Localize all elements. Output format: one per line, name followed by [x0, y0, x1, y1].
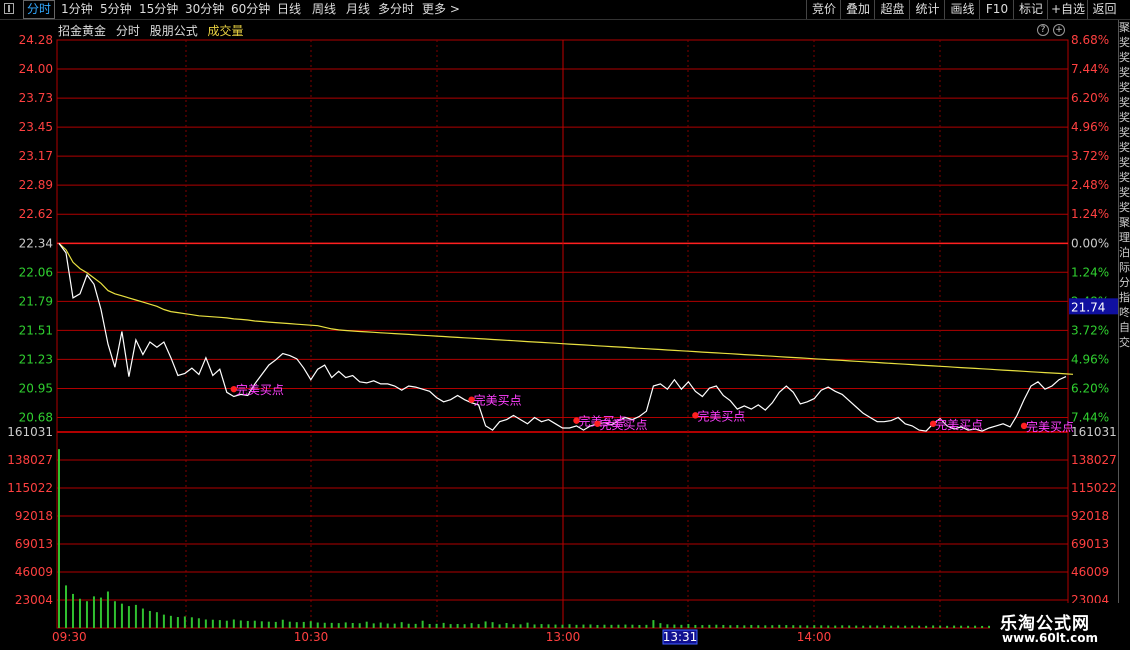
intraday-chart[interactable]: 24.28 8.68% 24.00 7.44% 23.73 6.20% 23.45 4.96%… — [0, 0, 1130, 650]
watermark: 乐淘公式网 www.60lt.com — [990, 603, 1130, 650]
auction-button[interactable]: 竞价 — [806, 0, 841, 19]
tab-15min[interactable]: 15分钟 — [136, 1, 181, 18]
volume-tick-label-right: 138027 — [1071, 453, 1117, 467]
stock-name: 招金黄金 — [58, 24, 107, 38]
chart-mode: 分时 — [115, 24, 140, 38]
toolbar: 分时 1分钟 5分钟 15分钟 30分钟 60分钟 日线 周线 月线 多分时 更… — [0, 0, 1130, 20]
settings-icon[interactable]: ? — [1037, 24, 1049, 36]
percent-tick-label: 3.72% — [1071, 149, 1109, 163]
super-order-button[interactable]: 超盘 — [874, 0, 910, 19]
volume-tick-label: 115022 — [7, 481, 53, 495]
tab-weekly[interactable]: 周线 — [309, 1, 339, 18]
percent-tick-label: 6.20% — [1071, 381, 1109, 395]
price-tick-label: 23.45 — [19, 120, 53, 134]
volume-tick-label: 23004 — [15, 593, 53, 607]
time-tick-label: 13:00 — [546, 630, 581, 644]
signal-label: 完美买点 — [697, 408, 745, 423]
overlay-button[interactable]: 叠加 — [840, 0, 875, 19]
price-tick-label: 22.89 — [19, 178, 53, 192]
chevron-right-icon: > — [449, 2, 460, 16]
percent-tick-label: 2.48% — [1071, 178, 1109, 192]
volume-tick-label-right: 115022 — [1071, 481, 1117, 495]
time-tick-label: 10:30 — [294, 630, 329, 644]
percent-tick-label: 1.24% — [1071, 207, 1109, 221]
price-tick-label: 21.23 — [19, 352, 53, 366]
tab-more[interactable]: 更多 > — [419, 1, 463, 18]
formula-name[interactable]: 股朋公式 — [150, 24, 198, 38]
chart-info-bar: 招金黄金 分时 股朋公式 成交量 — [58, 22, 250, 39]
volume-tick-label-right: 161031 — [1071, 425, 1117, 439]
signal-label: 完美买点 — [1026, 419, 1074, 434]
price-tick-label: 24.28 — [19, 33, 53, 47]
tab-more-label: 更多 — [422, 2, 447, 16]
volume-tick-label-right: 92018 — [1071, 509, 1109, 523]
add-watchlist-button[interactable]: +自选 — [1047, 0, 1088, 19]
price-tick-label: 22.34 — [19, 236, 53, 250]
percent-tick-label: 3.72% — [1071, 323, 1109, 337]
volume-tick-label: 92018 — [15, 509, 53, 523]
volume-tick-label-right: 69013 — [1071, 537, 1109, 551]
price-tick-label: 23.17 — [19, 149, 53, 163]
average-price-line — [58, 242, 1074, 375]
signal-label: 完美买点 — [474, 393, 522, 408]
panel-toggle-icon[interactable] — [4, 3, 14, 14]
time-tick-label: 09:30 — [52, 630, 87, 644]
side-panel-strip: 聚奖奖奖奖奖奖奖奖奖奖奖奖聚理泊际分指咚自交 — [1118, 20, 1130, 603]
volume-label: 成交量 — [207, 24, 244, 38]
price-tick-label: 22.06 — [19, 265, 53, 279]
percent-tick-label: 7.44% — [1071, 410, 1109, 424]
tab-1min[interactable]: 1分钟 — [58, 1, 96, 18]
signal-label: 完美买点 — [599, 417, 647, 432]
price-tick-label: 24.00 — [19, 62, 53, 76]
tab-daily[interactable]: 日线 — [274, 1, 304, 18]
price-tick-label: 21.51 — [19, 323, 53, 337]
volume-tick-label: 138027 — [7, 453, 53, 467]
percent-tick-label: 1.24% — [1071, 265, 1109, 279]
tab-monthly[interactable]: 月线 — [343, 1, 373, 18]
signal-label: 完美买点 — [935, 417, 983, 432]
price-tick-label: 20.95 — [19, 381, 53, 395]
percent-tick-label: 0.00% — [1071, 236, 1109, 250]
current-price-label: 21.74 — [1071, 300, 1105, 314]
add-indicator-icon[interactable]: + — [1053, 24, 1065, 36]
percent-tick-label: 4.96% — [1071, 352, 1109, 366]
watermark-url: www.60lt.com — [1002, 631, 1099, 645]
tab-fenshi[interactable]: 分时 — [23, 0, 56, 19]
mark-button[interactable]: 标记 — [1013, 0, 1048, 19]
time-tick-label: 14:00 — [797, 630, 832, 644]
volume-tick-label: 161031 — [7, 425, 53, 439]
volume-tick-label-right: 46009 — [1071, 565, 1109, 579]
price-tick-label: 20.68 — [19, 410, 53, 424]
volume-tick-label: 69013 — [15, 537, 53, 551]
price-tick-label: 21.79 — [19, 294, 53, 308]
tab-5min[interactable]: 5分钟 — [97, 1, 135, 18]
percent-tick-label: 4.96% — [1071, 120, 1109, 134]
draw-line-button[interactable]: 画线 — [944, 0, 980, 19]
back-button[interactable]: 返回 — [1087, 0, 1121, 19]
tab-30min[interactable]: 30分钟 — [182, 1, 227, 18]
price-tick-label: 22.62 — [19, 207, 53, 221]
percent-tick-label: 8.68% — [1071, 33, 1109, 47]
tab-60min[interactable]: 60分钟 — [228, 1, 273, 18]
volume-tick-label: 46009 — [15, 565, 53, 579]
tab-multi-fenshi[interactable]: 多分时 — [375, 1, 417, 18]
price-tick-label: 23.73 — [19, 91, 53, 105]
percent-tick-label: 6.20% — [1071, 91, 1109, 105]
side-text: 聚奖奖奖奖奖奖奖奖奖奖奖奖聚理泊际分指咚自交 — [1119, 21, 1130, 349]
cursor-time-label: 13:31 — [663, 630, 698, 644]
statistics-button[interactable]: 统计 — [909, 0, 945, 19]
f10-button[interactable]: F10 — [979, 0, 1014, 19]
signal-label: 完美买点 — [236, 382, 284, 397]
percent-tick-label: 7.44% — [1071, 62, 1109, 76]
